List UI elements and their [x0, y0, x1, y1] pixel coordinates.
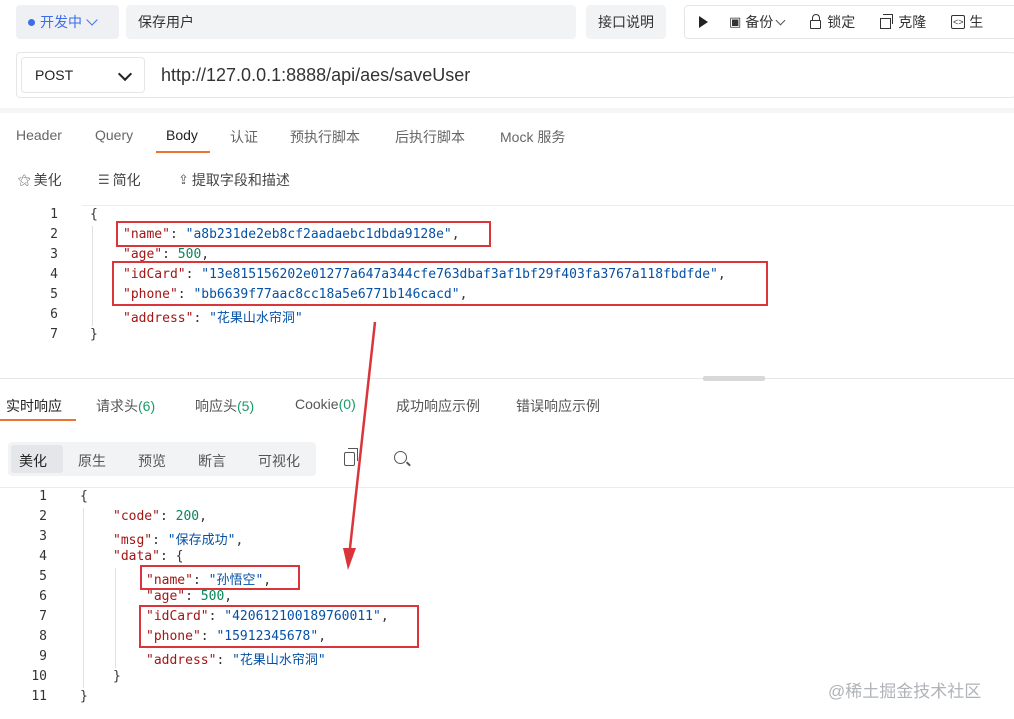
watermark: @稀土掘金技术社区: [828, 677, 981, 702]
watermark-text: @稀土掘金技术社区: [828, 682, 982, 701]
arrow-shaft: [348, 321, 377, 549]
annotation-arrow: [343, 321, 377, 570]
arrow-head: [343, 548, 356, 570]
